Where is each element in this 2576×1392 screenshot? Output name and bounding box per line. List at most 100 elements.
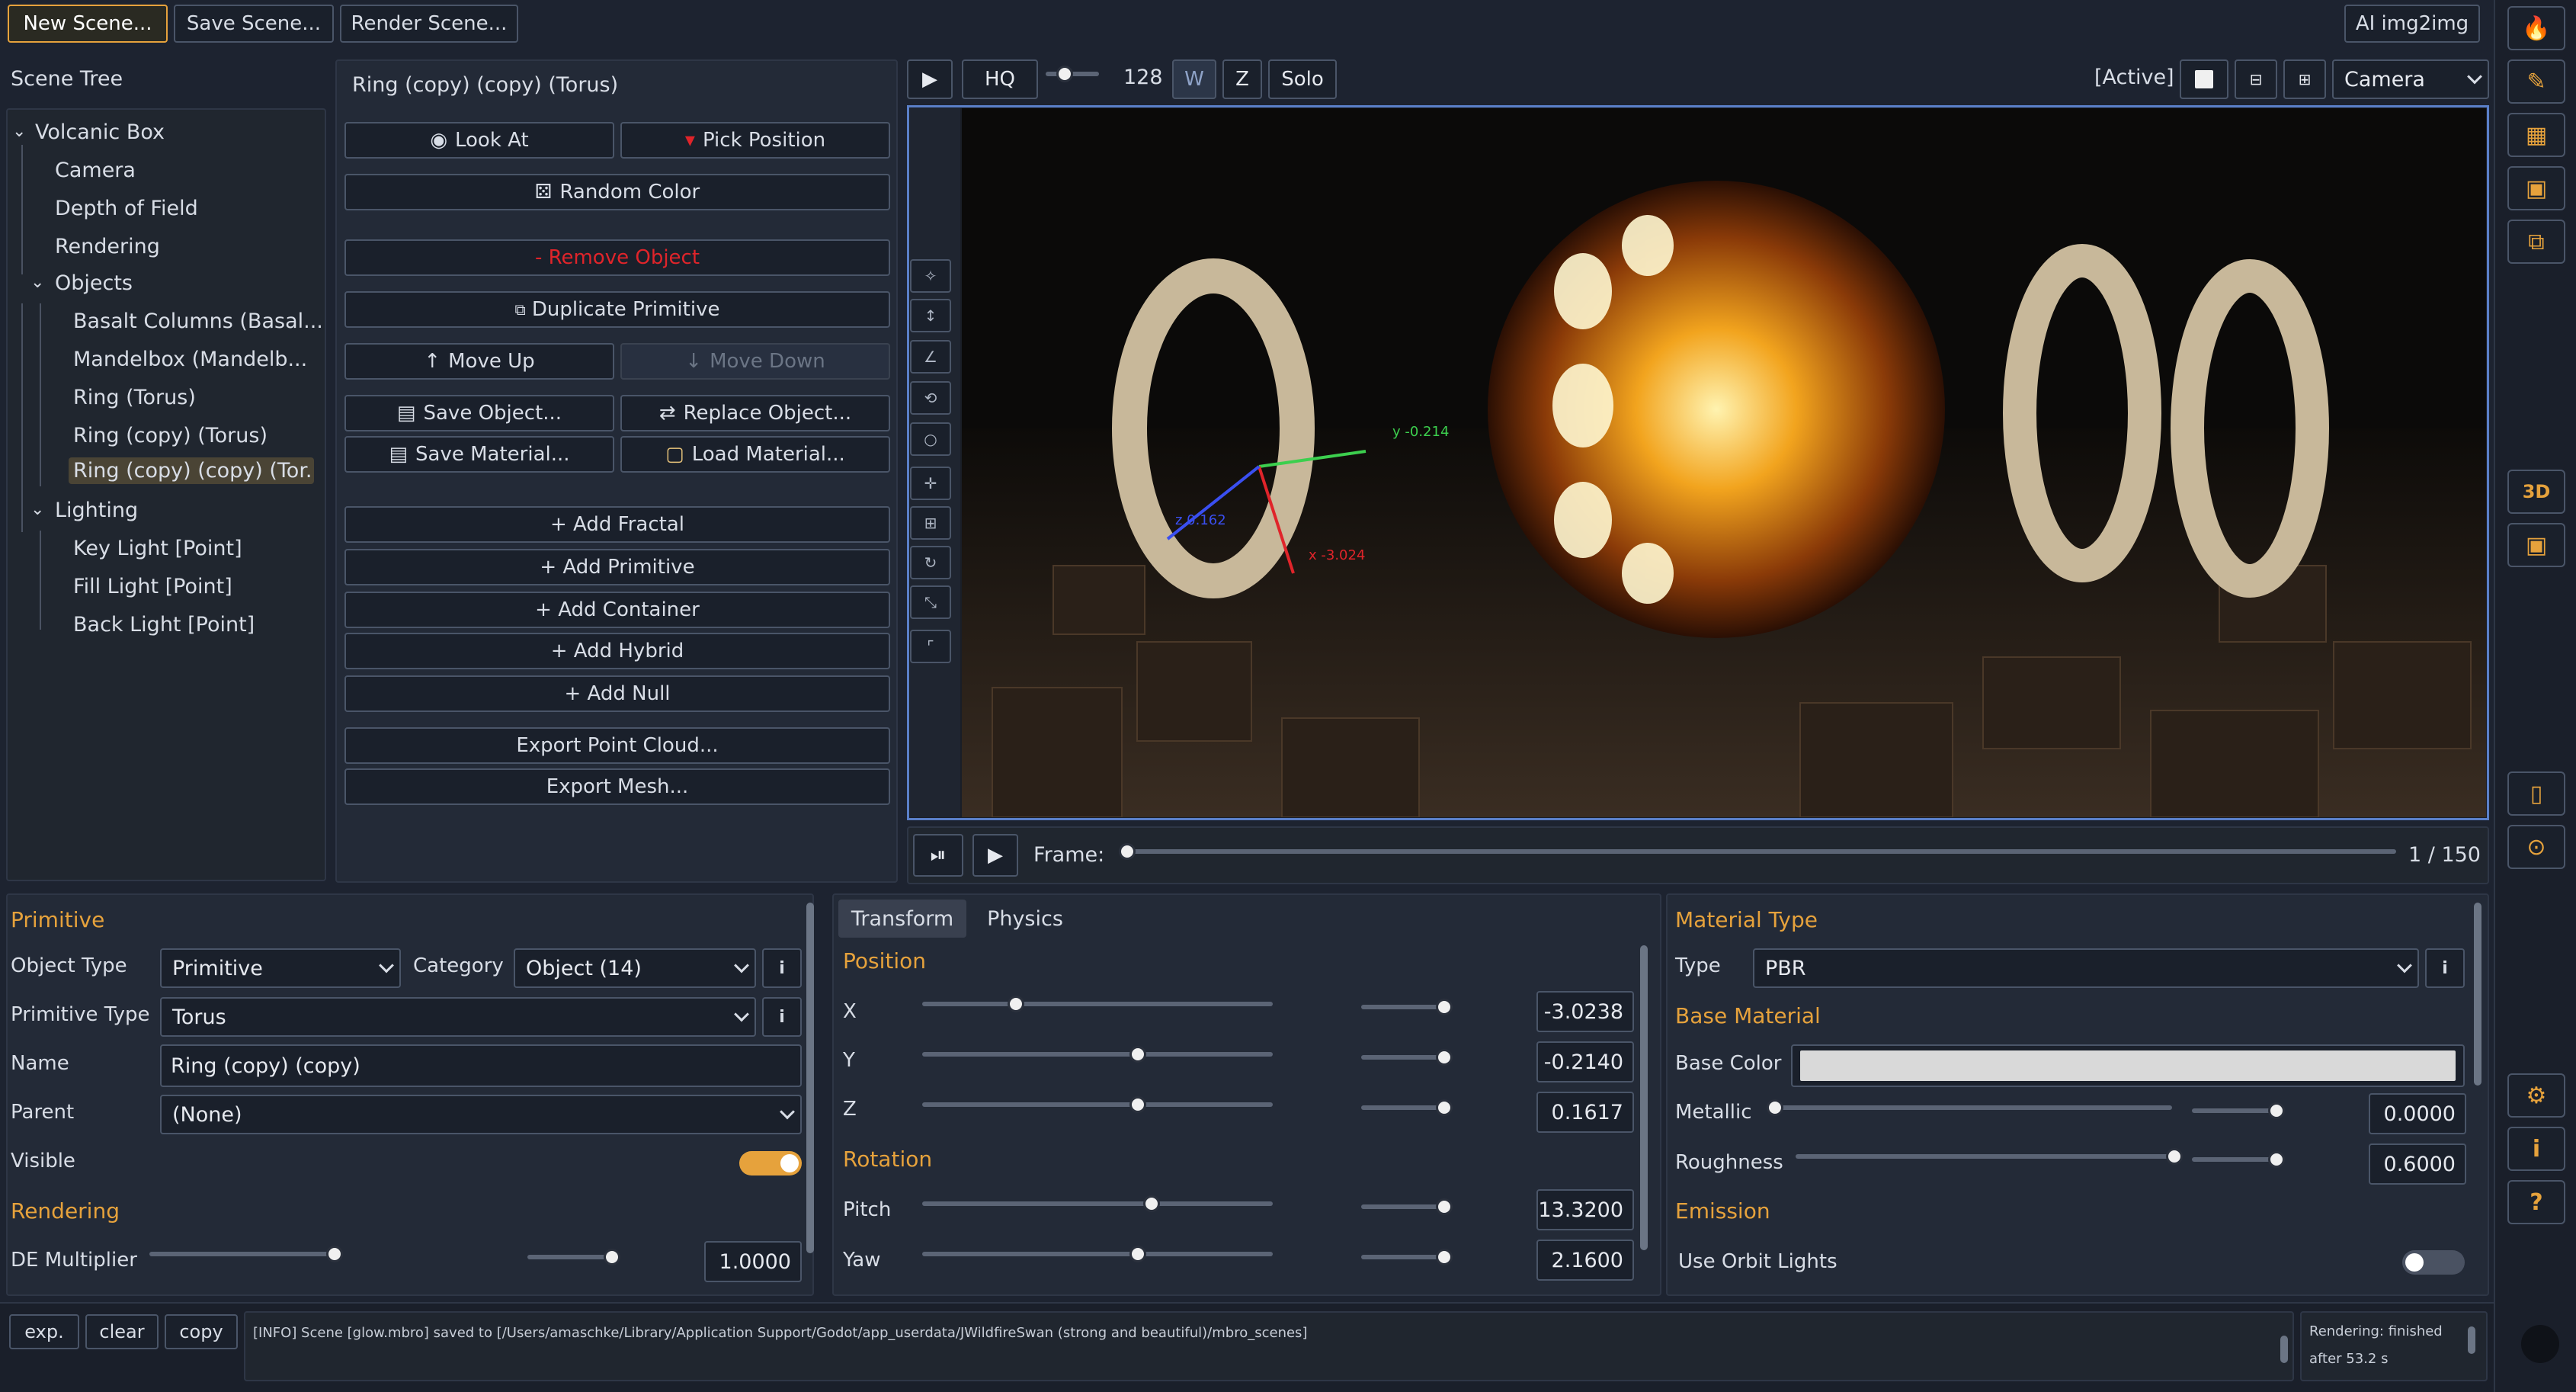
layers-icon[interactable]: ⧉: [2507, 220, 2565, 264]
tree-item-volcanic-box[interactable]: Volcanic Box: [35, 120, 165, 144]
de-multiplier-input[interactable]: 1.0000: [704, 1241, 802, 1282]
pitch-coarse-knob[interactable]: [1143, 1195, 1160, 1212]
export-mesh-button[interactable]: Export Mesh...: [344, 768, 890, 805]
device-icon[interactable]: ▯: [2507, 771, 2565, 816]
z-toggle[interactable]: Z: [1222, 59, 1262, 99]
tree-item-rendering[interactable]: Rendering: [55, 235, 160, 258]
metallic-fine-knob[interactable]: [2268, 1102, 2285, 1119]
name-input[interactable]: Ring (copy) (copy): [160, 1044, 802, 1087]
solo-toggle[interactable]: Solo: [1268, 59, 1337, 99]
log-exp-button[interactable]: exp.: [9, 1314, 79, 1349]
roughness-fine-knob[interactable]: [2268, 1151, 2285, 1168]
visible-toggle[interactable]: [739, 1151, 802, 1176]
3d-icon[interactable]: 3D: [2507, 470, 2565, 514]
gallery-icon[interactable]: ▣: [2507, 523, 2565, 567]
quad-view-button[interactable]: ⊞: [2283, 59, 2326, 99]
select-tool-icon[interactable]: ✧: [910, 259, 951, 293]
tree-item-key-light[interactable]: Key Light [Point]: [73, 537, 242, 560]
rotate-tool-icon[interactable]: ⟲: [910, 381, 951, 415]
yaw-input[interactable]: 2.1600: [1536, 1240, 1634, 1281]
metallic-coarse-slider[interactable]: [1768, 1105, 2172, 1110]
tree-item-depth-of-field[interactable]: Depth of Field: [55, 197, 198, 220]
move-down-button[interactable]: ↓ Move Down: [620, 343, 890, 380]
pencil-icon[interactable]: ✎: [2507, 59, 2565, 104]
category-select[interactable]: Object (14): [514, 948, 756, 988]
corner-tool-icon[interactable]: ⌜: [910, 630, 951, 663]
z-fine-knob[interactable]: [1436, 1099, 1453, 1116]
add-hybrid-button[interactable]: + Add Hybrid: [344, 633, 890, 669]
step-play-button[interactable]: ⏯: [913, 834, 963, 877]
pitch-coarse-slider[interactable]: [922, 1201, 1273, 1206]
tree-item-ring-copy-copy[interactable]: Ring (copy) (copy) (Tor...: [69, 457, 314, 484]
primitive-scrollbar[interactable]: [806, 903, 814, 1253]
gear-icon[interactable]: ⚙: [2507, 1073, 2565, 1118]
random-color-button[interactable]: ⚄ Random Color: [344, 174, 890, 210]
remove-object-button[interactable]: - Remove Object: [344, 239, 890, 276]
load-material-button[interactable]: ▢ Load Material...: [620, 436, 890, 473]
tree-item-mandelbox[interactable]: Mandelbox (Mandelb...: [73, 348, 307, 371]
fire-icon[interactable]: 🔥: [2507, 6, 2565, 50]
save-scene-button[interactable]: Save Scene...: [174, 5, 334, 43]
primitive-type-info-button[interactable]: i: [762, 997, 802, 1037]
primitive-type-select[interactable]: Torus: [160, 997, 756, 1037]
render-view[interactable]: y -0.214 x -3.024 z 0.162: [962, 108, 2486, 817]
pitch-fine-knob[interactable]: [1436, 1198, 1453, 1215]
save-material-button[interactable]: ▤ Save Material...: [344, 436, 614, 473]
single-view-button[interactable]: [2180, 59, 2228, 99]
tree-item-camera[interactable]: Camera: [55, 159, 136, 182]
play-button[interactable]: ▶: [907, 59, 953, 99]
yaw-coarse-slider[interactable]: [922, 1252, 1273, 1256]
y-input[interactable]: -0.2140: [1536, 1041, 1634, 1082]
move-vertical-tool-icon[interactable]: ↕: [910, 299, 951, 332]
x-coarse-slider[interactable]: [922, 1002, 1273, 1006]
replace-object-button[interactable]: ⇄ Replace Object...: [620, 395, 890, 431]
y-coarse-knob[interactable]: [1129, 1046, 1146, 1063]
y-fine-knob[interactable]: [1436, 1049, 1453, 1066]
frame-slider-knob[interactable]: [1119, 843, 1136, 860]
resize-tool-icon[interactable]: ⤡: [910, 585, 951, 619]
scale-tool-icon[interactable]: ∠: [910, 340, 951, 374]
collapse-icon[interactable]: ⌄: [12, 122, 26, 141]
new-scene-button[interactable]: New Scene...: [8, 5, 168, 43]
z-coarse-knob[interactable]: [1129, 1096, 1146, 1113]
gamepad-icon[interactable]: ⊙: [2507, 825, 2565, 869]
move-tool-icon[interactable]: ✛: [910, 467, 951, 500]
z-input[interactable]: 0.1617: [1536, 1092, 1634, 1133]
orbit-lights-toggle[interactable]: [2402, 1250, 2465, 1275]
log-copy-button[interactable]: copy: [165, 1314, 238, 1349]
reset-tool-icon[interactable]: ↻: [910, 546, 951, 579]
image-icon[interactable]: ▣: [2507, 166, 2565, 210]
add-fractal-button[interactable]: + Add Fractal: [344, 506, 890, 543]
tree-item-basalt-columns[interactable]: Basalt Columns (Basal...: [73, 310, 323, 333]
add-null-button[interactable]: + Add Null: [344, 675, 890, 712]
tree-item-fill-light[interactable]: Fill Light [Point]: [73, 575, 232, 598]
look-at-button[interactable]: ◉ Look At: [344, 122, 614, 159]
frame-slider[interactable]: [1126, 849, 2396, 854]
roughness-coarse-slider[interactable]: [1796, 1154, 2172, 1159]
roughness-input[interactable]: 0.6000: [2369, 1143, 2466, 1185]
tree-item-lighting[interactable]: Lighting: [55, 499, 138, 522]
material-type-select[interactable]: PBR: [1753, 948, 2419, 988]
collapse-icon[interactable]: ⌄: [30, 273, 44, 292]
pick-position-button[interactable]: ▾ Pick Position: [620, 122, 890, 159]
add-container-button[interactable]: + Add Container: [344, 592, 890, 628]
timeline-play-button[interactable]: ▶: [972, 834, 1018, 877]
split-view-button[interactable]: ⊟: [2235, 59, 2277, 99]
info-icon[interactable]: i: [2507, 1127, 2565, 1171]
de-multiplier-coarse-knob[interactable]: [326, 1246, 343, 1262]
yaw-fine-knob[interactable]: [1436, 1249, 1453, 1265]
tab-physics[interactable]: Physics: [976, 900, 1075, 938]
log-clear-button[interactable]: clear: [85, 1314, 159, 1349]
export-point-cloud-button[interactable]: Export Point Cloud...: [344, 727, 890, 764]
grid-snap-tool-icon[interactable]: ⊞: [910, 506, 951, 540]
save-object-button[interactable]: ▤ Save Object...: [344, 395, 614, 431]
samples-slider-knob[interactable]: [1056, 66, 1073, 82]
hq-button[interactable]: HQ: [962, 59, 1038, 99]
metallic-input[interactable]: 0.0000: [2369, 1093, 2466, 1134]
object-type-select[interactable]: Primitive: [160, 948, 401, 988]
camera-select[interactable]: Camera: [2332, 59, 2489, 99]
pitch-input[interactable]: 13.3200: [1536, 1189, 1634, 1230]
render-scene-button[interactable]: Render Scene...: [340, 5, 518, 43]
category-info-button[interactable]: i: [762, 948, 802, 988]
help-icon[interactable]: ?: [2507, 1180, 2565, 1224]
